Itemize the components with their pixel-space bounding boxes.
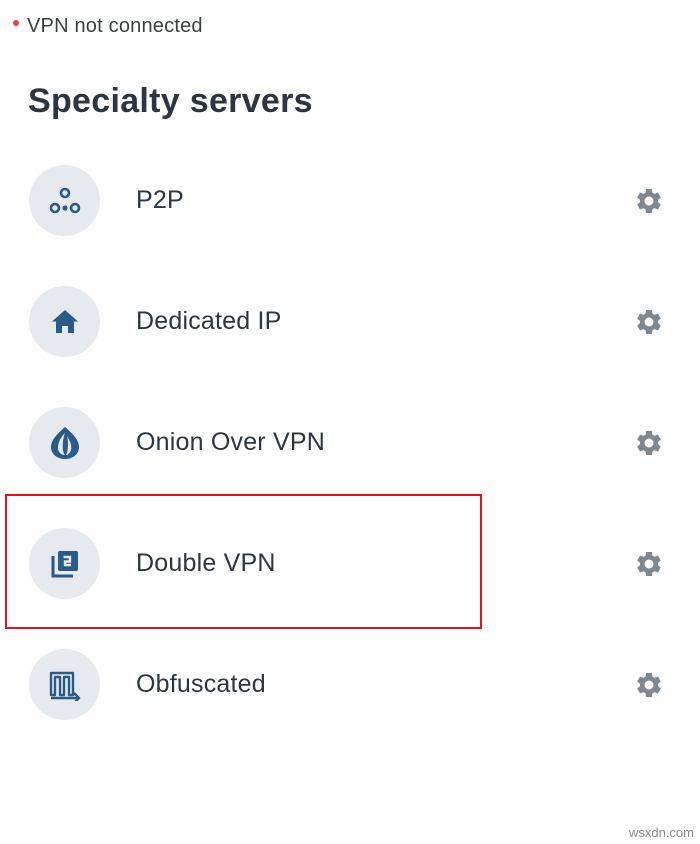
gear-icon[interactable]: [632, 547, 666, 581]
double-vpn-icon: [29, 528, 100, 599]
server-row-p2p[interactable]: P2P: [0, 140, 700, 261]
home-icon: [29, 286, 100, 357]
page-title: Specialty servers: [28, 82, 313, 120]
server-row-dedicated-ip[interactable]: Dedicated IP: [0, 261, 700, 382]
server-label: P2P: [136, 186, 184, 214]
gear-icon[interactable]: [632, 305, 666, 339]
server-row-obfuscated[interactable]: Obfuscated: [0, 624, 700, 745]
watermark: wsxdn.com: [628, 825, 694, 840]
server-row-onion-over-vpn[interactable]: Onion Over VPN: [0, 382, 700, 503]
server-label: Double VPN: [136, 549, 276, 577]
obfuscated-icon: [29, 649, 100, 720]
onion-icon: [29, 407, 100, 478]
status-text: VPN not connected: [27, 14, 203, 37]
server-list: P2P Dedicated IP Onion Over VPN Double V…: [0, 140, 700, 745]
server-label: Obfuscated: [136, 670, 266, 698]
gear-icon[interactable]: [632, 184, 666, 218]
gear-icon[interactable]: [632, 426, 666, 460]
server-label: Onion Over VPN: [136, 428, 325, 456]
specialty-servers-screen: VPN not connected Specialty servers P2P: [0, 0, 700, 844]
status-dot: [13, 20, 19, 26]
p2p-icon: [29, 165, 100, 236]
gear-icon[interactable]: [632, 668, 666, 702]
server-row-double-vpn[interactable]: Double VPN: [0, 503, 700, 624]
server-label: Dedicated IP: [136, 307, 282, 335]
connection-status: VPN not connected: [13, 14, 203, 38]
